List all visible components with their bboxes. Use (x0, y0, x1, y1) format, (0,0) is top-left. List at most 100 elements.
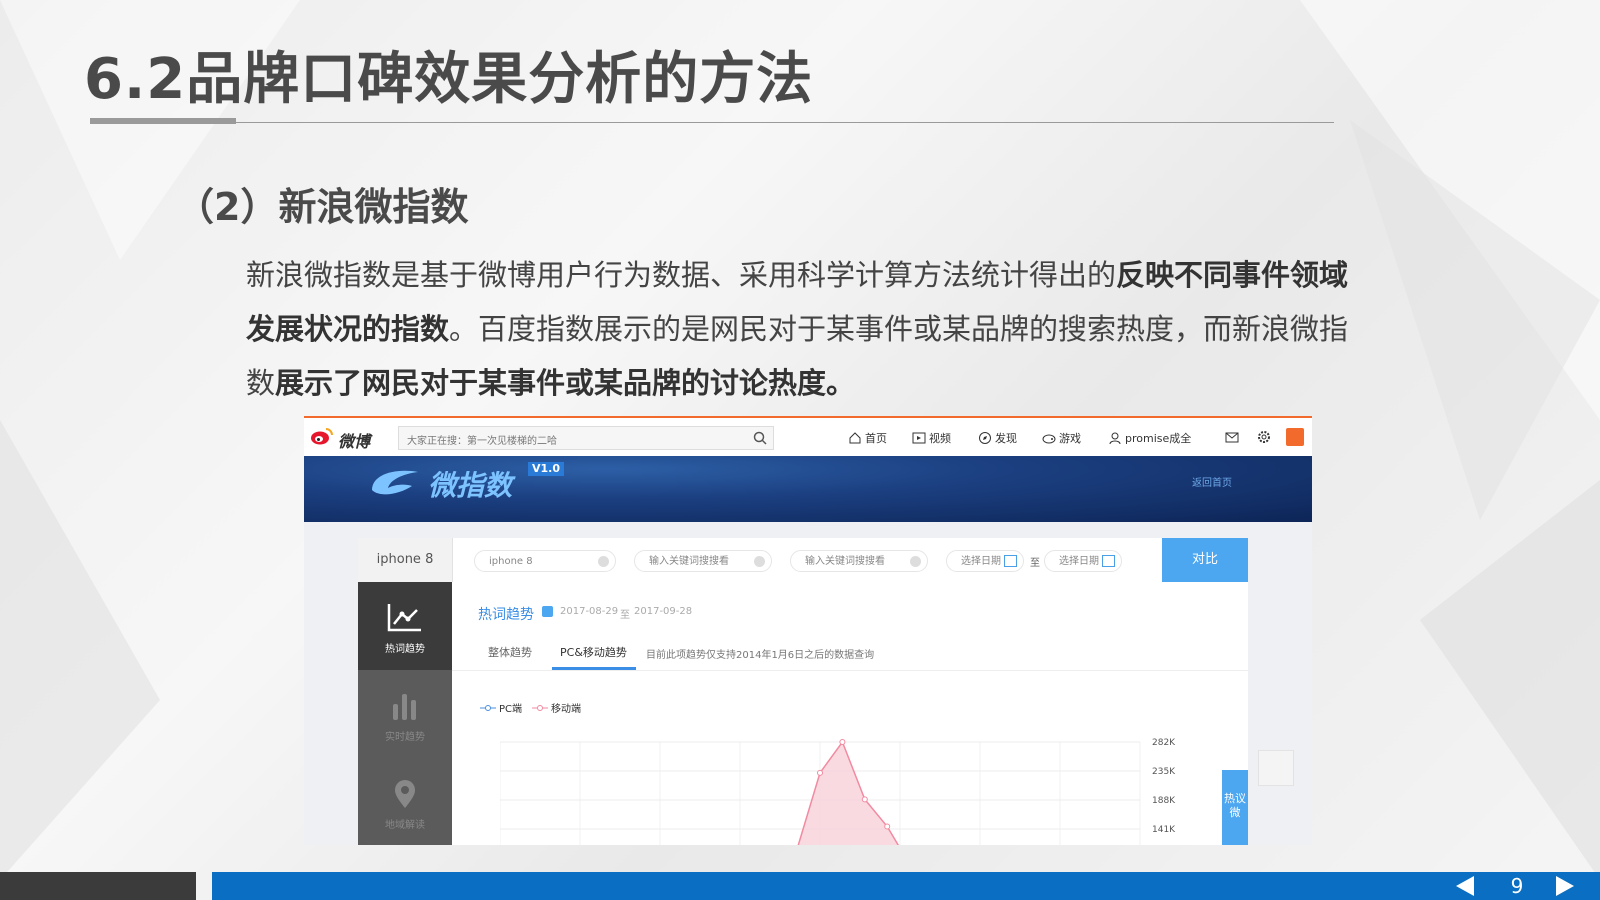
trend-tabs: 整体趋势 PC&移动趋势 目前此项趋势仅支持2014年1月6日之后的数据查询 (452, 636, 1248, 671)
keyword-input-2-placeholder: 输入关键词搜搜看 (649, 556, 729, 567)
nav-video-label: 视频 (929, 432, 951, 445)
series-area (794, 742, 900, 845)
body-paragraph: 新浪微指数是基于微博用户行为数据、采用科学计算方法统计得出的反映不同事件领域发展… (246, 248, 1366, 410)
weizhishu-logo-icon[interactable] (366, 462, 422, 502)
line-chart-icon (387, 604, 421, 632)
keyword-main-tab[interactable]: iphone 8 (358, 538, 453, 582)
tab-overall-trend[interactable]: 整体趋势 (488, 644, 532, 660)
weibo-search-placeholder: 大家正在搜：第一次见楼梯的二哈 (407, 436, 557, 447)
calendar-icon[interactable] (1102, 555, 1115, 567)
chart-legend: PC端 移动端 (480, 700, 581, 715)
version-badge: V1.0 (528, 462, 564, 476)
title-divider-accent (90, 118, 236, 124)
tab-note: 目前此项趋势仅支持2014年1月6日之后的数据查询 (646, 650, 875, 661)
date-to-label: 至 (1030, 558, 1040, 569)
nav-user[interactable]: promise成全 (1108, 430, 1191, 446)
y-tick-label: 188K (1152, 796, 1176, 806)
clear-icon[interactable] (910, 556, 921, 567)
y-tick-label: 235K (1152, 767, 1176, 777)
nav-video[interactable]: 视频 (912, 430, 951, 446)
tab-pc-mobile-trend[interactable]: PC&移动趋势 (560, 644, 627, 660)
help-icon[interactable] (542, 606, 553, 617)
date-end-field[interactable]: 选择日期 (1044, 550, 1122, 572)
weibo-search-input[interactable]: 大家正在搜：第一次见楼梯的二哈 (398, 426, 774, 450)
user-icon (1109, 432, 1121, 445)
legend-mobile[interactable]: 移动端 (532, 700, 581, 715)
home-icon (849, 432, 861, 444)
slide-title: 6.2品牌口碑效果分析的方法 (84, 47, 814, 112)
nav-home[interactable]: 首页 (848, 430, 887, 446)
date-start-placeholder: 选择日期 (961, 556, 1001, 567)
calendar-icon[interactable] (1004, 555, 1017, 567)
search-icon[interactable] (753, 431, 767, 445)
y-tick-label: 282K (1152, 738, 1176, 748)
data-point[interactable] (839, 739, 846, 745)
nav-game[interactable]: 游戏 (1042, 430, 1081, 446)
legend-mobile-marker (532, 704, 549, 711)
compass-icon (979, 432, 991, 444)
weizhishu-banner: 微指数 V1.0 返回首页 (304, 456, 1312, 522)
nav-discover[interactable]: 发现 (978, 430, 1017, 446)
page-number: 9 (1510, 874, 1524, 898)
footer-bar-blue (212, 872, 1600, 900)
sidebar-item-region[interactable]: 地域解读 (358, 758, 452, 845)
title-divider (90, 122, 1334, 123)
wzs-sidebar: 热词趋势 实时趋势 地域解读 (358, 582, 452, 845)
map-pin-icon (395, 780, 415, 808)
compare-button[interactable]: 对比 (1162, 538, 1248, 582)
sidebar-item-hot-trend[interactable]: 热词趋势 (358, 582, 452, 670)
para-bold-2: 展示了网民对于某事件或某品牌的讨论热度。 (275, 366, 856, 400)
legend-pc-label: PC端 (499, 704, 523, 715)
mail-icon[interactable] (1224, 429, 1240, 445)
keyword-input-1[interactable]: iphone 8 (474, 550, 616, 572)
message-icon[interactable] (1258, 750, 1294, 786)
keyword-input-3-placeholder: 输入关键词搜搜看 (805, 556, 885, 567)
data-point[interactable] (884, 823, 891, 830)
y-tick-label: 141K (1152, 825, 1176, 835)
gamepad-icon (1042, 434, 1056, 444)
weibo-logo-icon[interactable] (310, 426, 334, 446)
sidebar-item-realtime[interactable]: 实时趋势 (358, 670, 452, 758)
sidebar-item-label: 热词趋势 (385, 644, 425, 655)
trend-date-from: 2017-08-29 (560, 606, 619, 617)
clear-icon[interactable] (598, 556, 609, 567)
weibo-logo-text[interactable]: 微博 (338, 428, 370, 452)
back-home-link[interactable]: 返回首页 (1192, 474, 1232, 489)
data-point[interactable] (861, 796, 868, 803)
weizhishu-screenshot: 微博 大家正在搜：第一次见楼梯的二哈 首页 视频 发现 游戏 promise成全 (304, 416, 1312, 845)
data-point[interactable] (817, 769, 823, 776)
nav-user-label: promise成全 (1125, 432, 1192, 445)
para-text-1: 新浪微指数是基于微博用户行为数据、采用科学计算方法统计得出的 (246, 258, 1117, 292)
compose-icon[interactable] (1286, 428, 1304, 446)
keyword-input-1-value: iphone 8 (489, 556, 533, 567)
keyword-search-row: iphone 8 iphone 8 输入关键词搜搜看 输入关键词搜搜看 选择日期… (358, 538, 1248, 582)
weibo-topbar: 微博 大家正在搜：第一次见楼梯的二哈 首页 视频 发现 游戏 promise成全 (304, 416, 1312, 456)
legend-pc[interactable]: PC端 (480, 700, 522, 715)
sidebar-item-label: 实时趋势 (385, 732, 425, 743)
gear-icon[interactable] (1256, 429, 1272, 445)
keyword-input-3[interactable]: 输入关键词搜搜看 (790, 550, 928, 572)
weizhishu-title[interactable]: 微指数 (428, 464, 512, 504)
video-icon (912, 432, 926, 444)
section-heading: （2）新浪微指数 (176, 185, 469, 229)
date-end-placeholder: 选择日期 (1059, 556, 1099, 567)
trend-content-panel: 热词趋势 2017-08-29 至 2017-09-28 整体趋势 PC&移动趋… (452, 582, 1248, 845)
keyword-input-2[interactable]: 输入关键词搜搜看 (634, 550, 772, 572)
nav-home-label: 首页 (865, 432, 887, 445)
trend-date-sep: 至 (620, 610, 630, 621)
nav-discover-label: 发现 (995, 432, 1017, 445)
active-tab-indicator (552, 667, 636, 670)
previous-slide-icon[interactable] (1456, 876, 1474, 896)
hot-discussion-float-tab[interactable]: 热议微 (1222, 770, 1248, 845)
bar-chart-icon (393, 694, 416, 720)
clear-icon[interactable] (754, 556, 765, 567)
nav-game-label: 游戏 (1059, 432, 1081, 445)
trend-section-title: 热词趋势 (478, 607, 534, 623)
legend-mobile-label: 移动端 (551, 704, 582, 715)
legend-pc-marker (480, 704, 496, 711)
trend-chart: 282K 235K 188K 141K (500, 738, 1176, 845)
trend-date-until: 2017-09-28 (634, 606, 693, 617)
next-slide-icon[interactable] (1556, 876, 1574, 896)
footer-bar-dark (0, 872, 196, 900)
date-start-field[interactable]: 选择日期 (946, 550, 1024, 572)
